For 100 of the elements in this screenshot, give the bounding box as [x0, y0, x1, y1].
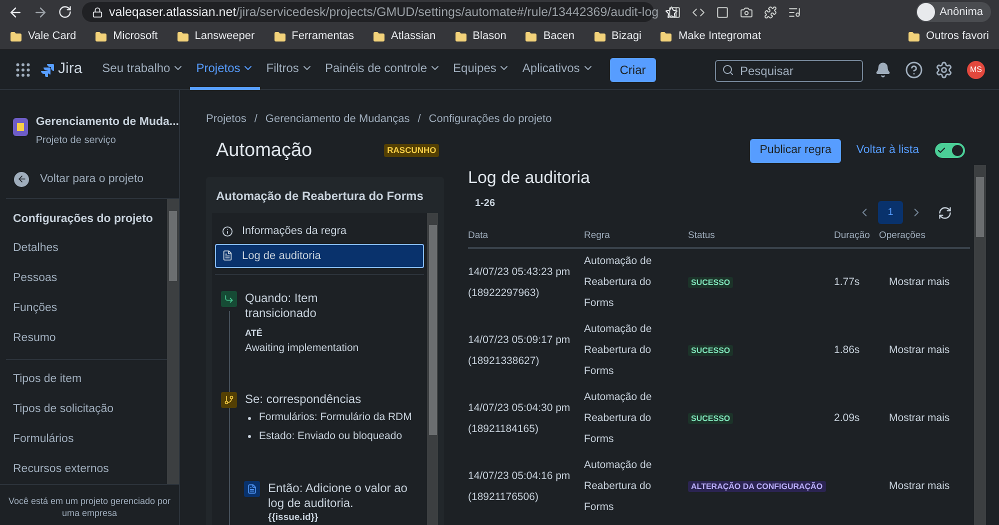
bookmark[interactable]: Microsoft [95, 28, 158, 45]
forward-icon[interactable] [33, 4, 48, 20]
rule-menu-item[interactable]: Log de auditoria [215, 244, 424, 268]
duration-cell-text: 1.77s [834, 274, 861, 290]
extension-icon[interactable] [668, 6, 681, 18]
profile-label: Anônima [940, 4, 983, 20]
folder-icon [10, 30, 22, 42]
rule-cell-text: Automação de Reabertura do Forms [584, 390, 653, 447]
extension-icon[interactable] [764, 6, 777, 18]
bookmark[interactable]: Make Integromat [660, 28, 762, 45]
help-icon[interactable] [905, 60, 923, 78]
execution-id: (18921176506) [468, 490, 540, 504]
user-avatar[interactable]: MS [967, 60, 985, 78]
draft-badge: RASCUNHO [384, 144, 440, 158]
back-icon[interactable] [8, 4, 23, 20]
sidebar-item[interactable]: Resumo [6, 324, 167, 354]
sidebar-item[interactable]: Tipos de solicitação [6, 394, 167, 424]
nav-tab[interactable]: Projetos [190, 50, 260, 90]
bookmark[interactable]: Outros favori [908, 28, 989, 45]
back-to-list-link[interactable]: Voltar à lista [856, 142, 919, 160]
condition-step-icon [221, 392, 237, 408]
show-more-link[interactable]: Mostrar mais [889, 478, 950, 494]
breadcrumb-link[interactable]: Projetos [206, 111, 246, 128]
nav-tab[interactable]: Seu trabalho [96, 50, 190, 90]
scrollbar[interactable] [427, 213, 438, 525]
bookmark[interactable]: Ferramentas [274, 28, 354, 45]
breadcrumb-link[interactable]: Gerenciamento de Mudanças [265, 111, 410, 128]
bookmark-star-icon[interactable] [664, 6, 678, 18]
managed-project-note: Você está em um projeto gerenciado por uma empresa [0, 484, 179, 525]
step-card[interactable]: Se: correspondências Formulários: Formulário da RDM Estado: Enviado ou bloqueado [245, 392, 412, 445]
check-icon [937, 146, 946, 156]
step-label: ATÉ [245, 327, 264, 340]
folder-icon [95, 30, 108, 42]
bookmark[interactable]: Lansweeper [176, 28, 255, 45]
bookmark[interactable]: Bizagi [594, 28, 642, 45]
nav-tab[interactable]: Aplicativos [516, 50, 600, 90]
scrollbar[interactable] [974, 165, 986, 525]
show-more-link[interactable]: Mostrar mais [889, 342, 950, 358]
nav-tab[interactable]: Filtros [260, 50, 319, 90]
bookmark[interactable]: Blason [454, 28, 506, 45]
show-more-link[interactable]: Mostrar mais [889, 410, 950, 426]
app-switcher-icon[interactable] [14, 60, 32, 78]
execution-id: (18921338627) [468, 354, 540, 368]
extension-icon[interactable] [788, 6, 801, 18]
action-step-icon [244, 480, 260, 497]
refresh-icon[interactable] [938, 206, 952, 220]
trigger-step-icon [221, 291, 237, 307]
step-title: Então: Adicione o valor ao log de auditoria. [268, 480, 408, 511]
search-field[interactable]: Pesquisar [715, 60, 863, 82]
back-to-project-link[interactable]: Voltar para o projeto [0, 168, 179, 190]
rule-cell-text: Automação de Reabertura do Forms [584, 322, 653, 379]
column-header: Operações [879, 229, 926, 244]
status-lozenge: ALTERAÇÃO DA CONFIGURAÇÃO [688, 480, 826, 492]
step-title: Quando: Item transicionado [245, 291, 319, 321]
notifications-icon[interactable] [875, 62, 891, 78]
column-header: Data [468, 229, 490, 244]
create-button[interactable]: Criar [610, 58, 656, 82]
sidebar-item[interactable]: Funções [6, 294, 167, 324]
search-icon [722, 64, 734, 76]
folder-icon [525, 30, 538, 42]
info-icon [222, 226, 233, 237]
scrollbar[interactable] [167, 199, 179, 484]
breadcrumb-separator: / [254, 112, 258, 127]
step-card[interactable]: Então: Adicione o valor ao log de auditoria. {{issue.id}} [268, 480, 408, 525]
sidebar-item[interactable]: Pessoas [6, 264, 167, 294]
rule-cell-text: Automação de Reabertura do Forms [584, 254, 653, 311]
sidebar-item[interactable]: Detalhes [6, 234, 167, 264]
sidebar-item[interactable]: Formulários [6, 424, 167, 454]
extension-icon[interactable] [716, 6, 729, 18]
column-header: Status [688, 229, 716, 244]
profile-chip[interactable]: Anônima [916, 2, 991, 22]
bookmark[interactable]: Atlassian [373, 28, 436, 45]
step-value: Awaiting implementation [245, 340, 360, 356]
step-card[interactable]: Quando: Item transicionado ATÉ Awaiting implementation [245, 291, 385, 356]
reload-icon[interactable] [58, 5, 72, 19]
page-title: Automação [216, 138, 312, 162]
settings-icon[interactable] [935, 60, 953, 78]
show-more-link[interactable]: Mostrar mais [889, 274, 950, 290]
execution-id: (18922297963) [468, 286, 540, 300]
column-header: Duração [834, 229, 871, 244]
condition-text: Estado: Enviado ou bloqueado [259, 429, 402, 444]
rule-enabled-toggle[interactable] [935, 143, 965, 158]
breadcrumb-link[interactable]: Configurações do projeto [428, 111, 552, 128]
bookmark[interactable]: Bacen [525, 28, 575, 45]
extension-icon[interactable] [692, 6, 705, 18]
condition-text: Formulários: Formulário da RDM [259, 410, 412, 426]
extension-icon[interactable] [740, 6, 753, 18]
page-button[interactable]: 1 [878, 200, 903, 224]
jira-logo[interactable]: Jira [40, 58, 82, 81]
nav-tab[interactable]: Equipes [447, 50, 516, 90]
sidebar-item[interactable]: Recursos externos [6, 454, 167, 484]
duration-cell-text: 2.09s [834, 410, 861, 426]
status-lozenge: SUCESSO [688, 276, 734, 288]
folder-icon [274, 30, 286, 42]
execution-id: (18921184165) [468, 422, 540, 436]
rule-menu-item[interactable]: Informações da regra [215, 219, 424, 244]
nav-tab[interactable]: Painéis de controle [318, 50, 448, 90]
publish-rule-button[interactable]: Publicar regra [750, 138, 842, 163]
bookmark[interactable]: Vale Card [10, 28, 76, 45]
sidebar-item[interactable]: Tipos de item [6, 364, 167, 394]
